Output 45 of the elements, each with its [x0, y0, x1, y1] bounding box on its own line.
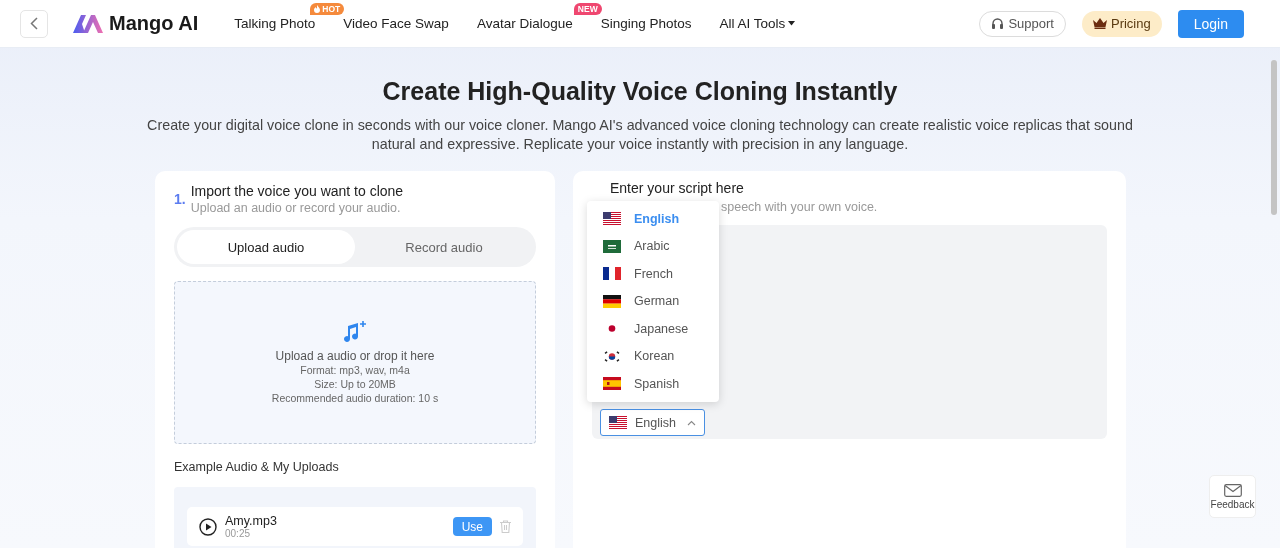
flag-icon: [603, 294, 621, 308]
nav-link[interactable]: All AI Tools: [719, 16, 796, 31]
tab[interactable]: Record audio: [355, 230, 533, 264]
section-heading: Example Audio & My Uploads: [174, 460, 340, 474]
back-button[interactable]: [20, 9, 48, 38]
page-description: Create your digital voice clone in seconds with our voice cloner. Mango AI's advanced voice cloning technology can create realistic voice replicas that sound natural and expressive. Replicate your voice instantly with precision in any language.: [146, 116, 1134, 154]
flag-icon: [603, 377, 621, 391]
logo-text[interactable]: Mango AI: [109, 12, 199, 35]
flag-icon: [603, 267, 621, 281]
flag-icon: [603, 349, 621, 363]
flag-icon: [603, 239, 621, 253]
card-subtitle: Upload an audio or record your audio.: [190, 201, 402, 215]
play-icon[interactable]: [199, 517, 217, 536]
file-name: Amy.mp3: [225, 514, 277, 528]
us-flag-icon: [609, 416, 627, 429]
upload-requirement: Recommended audio duration: 10 s: [271, 390, 439, 405]
language-select[interactable]: English: [600, 409, 705, 436]
hot-badge: HOT: [310, 3, 345, 15]
caret-icon: [788, 21, 796, 26]
envelope-icon: [1223, 483, 1242, 497]
headset-icon: [991, 17, 1005, 30]
nav-link[interactable]: Singing Photos: [600, 16, 692, 31]
music-note-plus-icon: [343, 320, 367, 343]
page-title: Create High-Quality Voice Cloning Instantly: [381, 77, 899, 106]
us-flag-icon: [603, 212, 621, 226]
card-subtitle: speech with your own voice.: [721, 200, 879, 214]
card-title: Import the voice you want to clone: [190, 183, 404, 199]
tab[interactable]: Upload audio: [177, 230, 355, 264]
nav-link[interactable]: Video Face Swap: [343, 16, 449, 31]
logo-icon: [73, 14, 103, 33]
upload-requirement: Format: mp3, wav, m4a: [300, 363, 410, 377]
upload-hint: Upload a audio or drop it here: [275, 348, 435, 363]
upload-requirement: Size: Up to 20MB: [314, 376, 396, 391]
crown-icon: [1093, 18, 1107, 29]
scrollbar-thumb[interactable]: [1271, 60, 1277, 215]
card-title: Enter your script here: [610, 180, 745, 196]
upload-dropzone[interactable]: Upload a audio or drop it here Format: mp3, wav, m4a Size: Up to 20MB Recommended audio duration: 10 s: [174, 281, 536, 444]
chevron-up-icon: [687, 419, 696, 426]
feedback-button[interactable]: Feedback: [1209, 475, 1256, 518]
new-badge: NEW: [573, 3, 602, 15]
pricing-button[interactable]: Pricing: [1082, 10, 1162, 37]
support-button[interactable]: Support: [979, 10, 1066, 37]
duration: 00:25: [225, 528, 252, 539]
step-number: 1.: [174, 191, 186, 209]
trash-icon[interactable]: [500, 520, 511, 533]
